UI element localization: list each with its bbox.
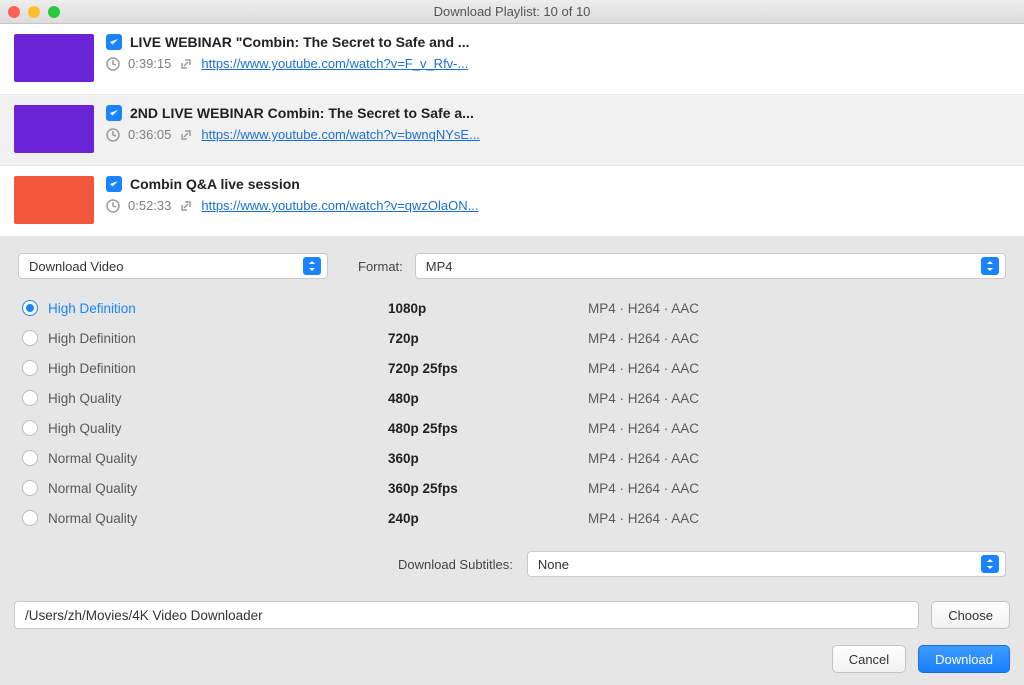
radio[interactable]: [22, 360, 38, 376]
savepath-input[interactable]: /Users/zh/Movies/4K Video Downloader: [14, 601, 919, 629]
quality-option[interactable]: Normal Quality360pMP4 · H264 · AAC: [22, 443, 1006, 473]
playlist-item-url[interactable]: https://www.youtube.com/watch?v=bwnqNYsE…: [201, 127, 480, 142]
subtitles-select[interactable]: None: [527, 551, 1006, 577]
playlist-item-title: LIVE WEBINAR "Combin: The Secret to Safe…: [130, 34, 470, 50]
quality-list: High Definition1080pMP4 · H264 · AACHigh…: [0, 287, 1024, 541]
playlist: LIVE WEBINAR "Combin: The Secret to Safe…: [0, 24, 1024, 237]
format-controls: Download Video Format: MP4: [0, 237, 1024, 287]
clock-icon: [106, 57, 120, 71]
quality-name: Normal Quality: [48, 511, 388, 526]
cancel-button[interactable]: Cancel: [832, 645, 906, 673]
radio[interactable]: [22, 390, 38, 406]
choose-button[interactable]: Choose: [931, 601, 1010, 629]
window-title: Download Playlist: 10 of 10: [0, 4, 1024, 19]
quality-name: Normal Quality: [48, 451, 388, 466]
titlebar: Download Playlist: 10 of 10: [0, 0, 1024, 24]
quality-name: High Quality: [48, 391, 388, 406]
playlist-item-duration: 0:36:05: [128, 127, 171, 142]
quality-option[interactable]: High Quality480p 25fpsMP4 · H264 · AAC: [22, 413, 1006, 443]
quality-option[interactable]: High Definition1080pMP4 · H264 · AAC: [22, 293, 1006, 323]
checkbox[interactable]: [106, 176, 122, 192]
radio[interactable]: [22, 300, 38, 316]
link-icon: [179, 57, 193, 71]
playlist-item-duration: 0:39:15: [128, 56, 171, 71]
playlist-item[interactable]: 2ND LIVE WEBINAR Combin: The Secret to S…: [0, 95, 1024, 166]
playlist-item-title: Combin Q&A live session: [130, 176, 300, 192]
quality-codec: MP4 · H264 · AAC: [588, 391, 699, 406]
link-icon: [179, 199, 193, 213]
quality-codec: MP4 · H264 · AAC: [588, 511, 699, 526]
link-icon: [179, 128, 193, 142]
checkbox[interactable]: [106, 34, 122, 50]
quality-codec: MP4 · H264 · AAC: [588, 361, 699, 376]
quality-resolution: 360p 25fps: [388, 481, 588, 496]
format-value: MP4: [426, 259, 453, 274]
quality-option[interactable]: Normal Quality240pMP4 · H264 · AAC: [22, 503, 1006, 533]
playlist-item-url[interactable]: https://www.youtube.com/watch?v=qwzOlaON…: [201, 198, 478, 213]
quality-resolution: 240p: [388, 511, 588, 526]
quality-option[interactable]: High Definition720pMP4 · H264 · AAC: [22, 323, 1006, 353]
radio[interactable]: [22, 480, 38, 496]
format-label: Format:: [358, 259, 403, 274]
mode-value: Download Video: [29, 259, 123, 274]
clock-icon: [106, 128, 120, 142]
quality-option[interactable]: High Quality480pMP4 · H264 · AAC: [22, 383, 1006, 413]
quality-codec: MP4 · H264 · AAC: [588, 421, 699, 436]
chevron-up-down-icon: [981, 555, 999, 573]
playlist-item-url[interactable]: https://www.youtube.com/watch?v=F_v_Rfv-…: [201, 56, 468, 71]
subtitles-value: None: [538, 557, 569, 572]
subtitles-row: Download Subtitles: None: [0, 541, 1024, 591]
quality-name: High Definition: [48, 331, 388, 346]
quality-codec: MP4 · H264 · AAC: [588, 481, 699, 496]
quality-option[interactable]: High Definition720p 25fpsMP4 · H264 · AA…: [22, 353, 1006, 383]
playlist-item-duration: 0:52:33: [128, 198, 171, 213]
quality-resolution: 720p: [388, 331, 588, 346]
download-button[interactable]: Download: [918, 645, 1010, 673]
chevron-up-down-icon: [303, 257, 321, 275]
quality-resolution: 360p: [388, 451, 588, 466]
thumbnail: [14, 176, 94, 224]
quality-resolution: 1080p: [388, 301, 588, 316]
radio[interactable]: [22, 420, 38, 436]
playlist-item-title: 2ND LIVE WEBINAR Combin: The Secret to S…: [130, 105, 474, 121]
quality-resolution: 480p: [388, 391, 588, 406]
footer: Cancel Download: [0, 635, 1024, 685]
quality-resolution: 720p 25fps: [388, 361, 588, 376]
quality-name: High Quality: [48, 421, 388, 436]
savepath-value: /Users/zh/Movies/4K Video Downloader: [25, 608, 263, 623]
quality-codec: MP4 · H264 · AAC: [588, 301, 699, 316]
quality-name: High Definition: [48, 301, 388, 316]
savepath-row: /Users/zh/Movies/4K Video Downloader Cho…: [0, 591, 1024, 635]
quality-option[interactable]: Normal Quality360p 25fpsMP4 · H264 · AAC: [22, 473, 1006, 503]
playlist-item[interactable]: Combin Q&A live session 0:52:33 https://ww…: [0, 166, 1024, 237]
mode-select[interactable]: Download Video: [18, 253, 328, 279]
radio[interactable]: [22, 450, 38, 466]
chevron-up-down-icon: [981, 257, 999, 275]
radio[interactable]: [22, 330, 38, 346]
subtitles-label: Download Subtitles:: [398, 557, 513, 572]
checkbox[interactable]: [106, 105, 122, 121]
playlist-item[interactable]: LIVE WEBINAR "Combin: The Secret to Safe…: [0, 24, 1024, 95]
format-select[interactable]: MP4: [415, 253, 1006, 279]
radio[interactable]: [22, 510, 38, 526]
quality-name: High Definition: [48, 361, 388, 376]
quality-name: Normal Quality: [48, 481, 388, 496]
quality-codec: MP4 · H264 · AAC: [588, 451, 699, 466]
quality-resolution: 480p 25fps: [388, 421, 588, 436]
quality-codec: MP4 · H264 · AAC: [588, 331, 699, 346]
thumbnail: [14, 34, 94, 82]
clock-icon: [106, 199, 120, 213]
thumbnail: [14, 105, 94, 153]
